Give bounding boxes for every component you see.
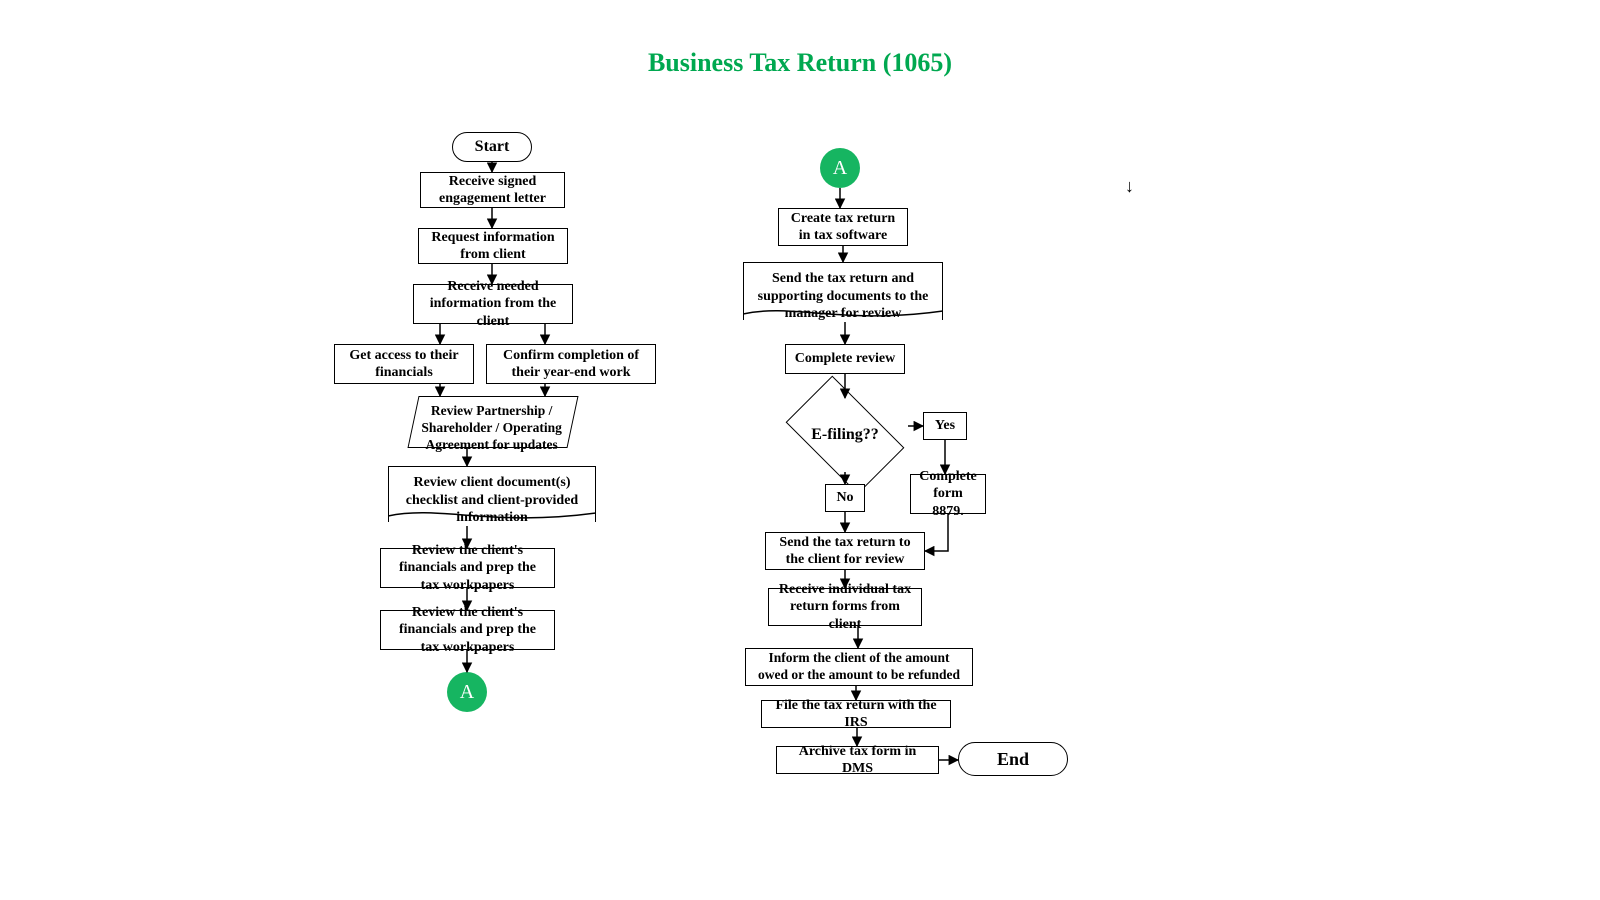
process-form-8879: Complete form 8879. bbox=[910, 474, 986, 514]
connector-a-out: A bbox=[447, 672, 487, 712]
data-review-agreement-label: Review Partnership / Shareholder / Opera… bbox=[413, 397, 571, 460]
decision-efiling: E-filing?? bbox=[775, 390, 915, 480]
start-terminator: Start bbox=[452, 132, 532, 162]
process-request-info: Request information from client bbox=[418, 228, 568, 264]
process-file-with-irs: File the tax return with the IRS bbox=[761, 700, 951, 728]
end-terminator: End bbox=[958, 742, 1068, 776]
process-receive-info: Receive needed information from the clie… bbox=[413, 284, 573, 324]
document-review-checklist: Review client document(s) checklist and … bbox=[388, 466, 596, 522]
process-send-to-client: Send the tax return to the client for re… bbox=[765, 532, 925, 570]
decision-yes-label-box: Yes bbox=[923, 412, 967, 440]
process-get-financials-access: Get access to their financials bbox=[334, 344, 474, 384]
process-prep-workpapers-2: Review the client's financials and prep … bbox=[380, 610, 555, 650]
process-receive-engagement-letter: Receive signed engagement letter bbox=[420, 172, 565, 208]
process-prep-workpapers-1: Review the client's financials and prep … bbox=[380, 548, 555, 588]
stray-arrow-icon: ↓ bbox=[1125, 176, 1134, 197]
data-review-agreement: Review Partnership / Shareholder / Opera… bbox=[407, 396, 578, 448]
page-title: Business Tax Return (1065) bbox=[0, 48, 1600, 78]
process-complete-review: Complete review bbox=[785, 344, 905, 374]
process-confirm-year-end: Confirm completion of their year-end wor… bbox=[486, 344, 656, 384]
process-receive-forms: Receive individual tax return forms from… bbox=[768, 588, 922, 626]
decision-no-label-box: No bbox=[825, 484, 865, 512]
decision-efiling-label: E-filing?? bbox=[811, 426, 879, 444]
process-create-return: Create tax return in tax software bbox=[778, 208, 908, 246]
process-inform-client-amount: Inform the client of the amount owed or … bbox=[745, 648, 973, 686]
document-send-to-manager: Send the tax return and supporting docum… bbox=[743, 262, 943, 320]
process-archive-dms: Archive tax form in DMS bbox=[776, 746, 939, 774]
connector-a-in: A bbox=[820, 148, 860, 188]
